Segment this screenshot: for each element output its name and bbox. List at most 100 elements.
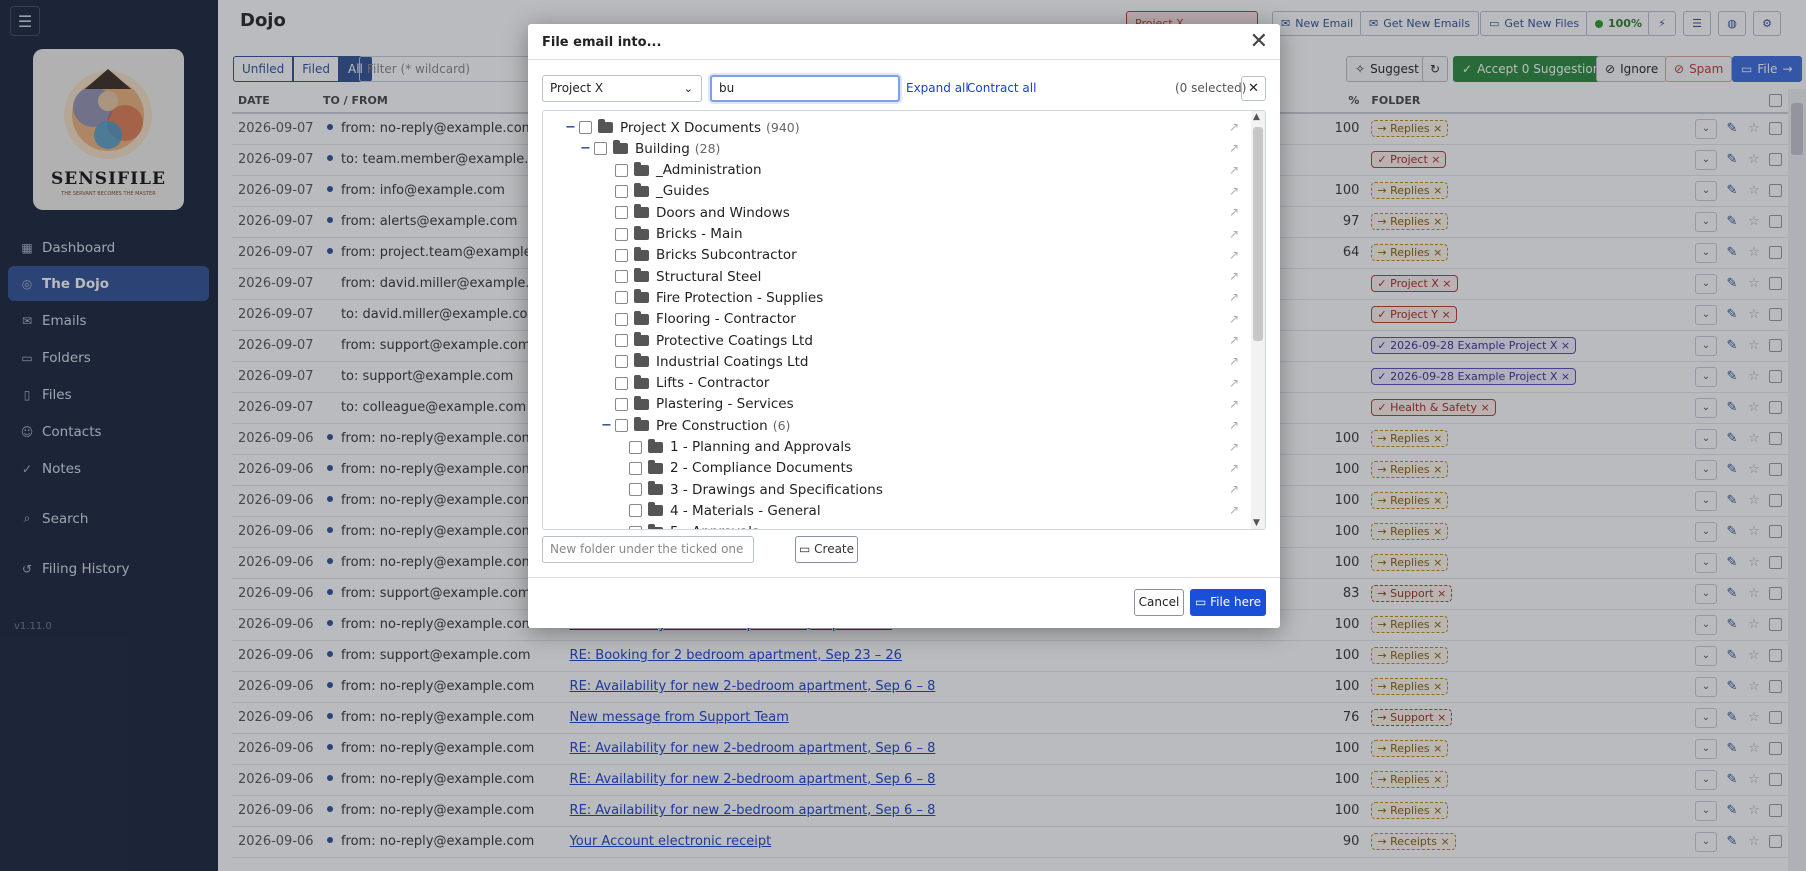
- tree-node-checkbox[interactable]: [629, 483, 642, 497]
- tree-node[interactable]: 4 - Materials - General: [615, 500, 826, 521]
- tree-node[interactable]: 5 - Approvals: [615, 522, 764, 529]
- open-external-icon[interactable]: ↗: [1229, 418, 1239, 432]
- open-external-icon[interactable]: ↗: [1229, 482, 1239, 496]
- tree-node-checkbox[interactable]: [615, 397, 628, 411]
- tree-toggle[interactable]: [615, 525, 629, 529]
- open-external-icon[interactable]: ↗: [1229, 227, 1239, 241]
- tree-node-checkbox[interactable]: [615, 419, 628, 433]
- tree-toggle[interactable]: [615, 503, 629, 518]
- tree-node-checkbox[interactable]: [615, 270, 628, 284]
- clear-selection-icon[interactable]: ✕: [1241, 76, 1266, 101]
- tree-toggle[interactable]: [601, 269, 615, 284]
- tree-node[interactable]: 2 - Compliance Documents: [615, 458, 858, 479]
- tree-node[interactable]: Industrial Coatings Ltd: [601, 351, 813, 372]
- tree-node-checkbox[interactable]: [615, 248, 628, 262]
- tree-toggle[interactable]: −: [601, 418, 615, 433]
- tree-node-checkbox[interactable]: [615, 227, 628, 241]
- tree-toggle[interactable]: −: [580, 141, 594, 156]
- tree-node[interactable]: − Building (28): [580, 138, 720, 159]
- tree-node-checkbox[interactable]: [615, 184, 628, 198]
- tree-node-checkbox[interactable]: [615, 291, 628, 305]
- tree-node-checkbox[interactable]: [615, 312, 628, 326]
- folder-icon: [648, 459, 663, 474]
- tree-node[interactable]: Plastering - Services: [601, 394, 799, 415]
- contract-all-link[interactable]: Contract all: [967, 81, 1036, 95]
- project-dropdown[interactable]: Project X ⌄: [542, 75, 702, 102]
- tree-node-checkbox[interactable]: [615, 355, 628, 369]
- cancel-button[interactable]: Cancel: [1134, 589, 1184, 616]
- open-external-icon[interactable]: ↗: [1229, 397, 1239, 411]
- tree-toggle[interactable]: [601, 333, 615, 348]
- open-external-icon[interactable]: ↗: [1229, 312, 1239, 326]
- open-external-icon[interactable]: ↗: [1229, 205, 1239, 219]
- tree-toggle[interactable]: [601, 354, 615, 369]
- open-external-icon[interactable]: ↗: [1229, 525, 1239, 529]
- create-folder-button[interactable]: ▭ Create: [795, 536, 858, 563]
- tree-toggle[interactable]: [601, 376, 615, 391]
- tree-node[interactable]: Doors and Windows: [601, 202, 795, 223]
- close-icon[interactable]: ✕: [1250, 29, 1268, 54]
- tree-toggle[interactable]: [615, 461, 629, 476]
- tree-toggle[interactable]: [601, 397, 615, 412]
- tree-node-checkbox[interactable]: [629, 525, 642, 529]
- open-external-icon[interactable]: ↗: [1229, 354, 1239, 368]
- tree-node[interactable]: Bricks - Main: [601, 224, 748, 245]
- tree-toggle[interactable]: [601, 290, 615, 305]
- tree-toggle[interactable]: [601, 312, 615, 327]
- open-external-icon[interactable]: ↗: [1229, 269, 1239, 283]
- open-external-icon[interactable]: ↗: [1229, 376, 1239, 390]
- open-external-icon[interactable]: ↗: [1229, 141, 1239, 155]
- open-external-icon[interactable]: ↗: [1229, 290, 1239, 304]
- tree-toggle[interactable]: [601, 205, 615, 220]
- open-external-icon[interactable]: ↗: [1229, 120, 1239, 134]
- open-external-icon[interactable]: ↗: [1229, 333, 1239, 347]
- tree-node[interactable]: 3 - Drawings and Specifications: [615, 479, 888, 500]
- open-external-icon[interactable]: ↗: [1229, 461, 1239, 475]
- tree-node-label: Industrial Coatings Ltd: [656, 353, 809, 370]
- file-here-button[interactable]: ▭ File here: [1190, 589, 1266, 616]
- tree-node-checkbox[interactable]: [579, 121, 592, 134]
- tree-node[interactable]: Protective Coatings Ltd: [601, 330, 818, 351]
- tree-toggle[interactable]: −: [565, 120, 579, 135]
- tree-node-checkbox[interactable]: [629, 440, 642, 454]
- tree-node[interactable]: − Project X Documents (940): [565, 117, 800, 138]
- tree-node[interactable]: Lifts - Contractor: [601, 373, 774, 394]
- tree-node-checkbox[interactable]: [615, 206, 628, 220]
- tree-toggle[interactable]: [601, 163, 615, 178]
- open-external-icon[interactable]: ↗: [1229, 440, 1239, 454]
- folder-icon: [634, 268, 649, 283]
- folder-icon: [648, 438, 663, 453]
- tree-node[interactable]: − Pre Construction (6): [601, 415, 790, 436]
- tree-node[interactable]: Bricks Subcontractor: [601, 245, 802, 266]
- tree-toggle[interactable]: [601, 184, 615, 199]
- folder-search-input[interactable]: bu: [710, 75, 900, 102]
- tree-node[interactable]: _Administration: [601, 160, 767, 181]
- folder-icon: ▭: [1194, 595, 1211, 609]
- tree-toggle[interactable]: [615, 440, 629, 455]
- open-external-icon[interactable]: ↗: [1229, 248, 1239, 262]
- tree-scrollbar[interactable]: ▲ ▼: [1251, 111, 1265, 529]
- tree-node-checkbox[interactable]: [629, 461, 642, 475]
- tree-node[interactable]: _Guides: [601, 181, 714, 202]
- tree-node-label: Project X Documents: [620, 119, 761, 136]
- folder-icon: [634, 182, 649, 197]
- open-external-icon[interactable]: ↗: [1229, 503, 1239, 517]
- tree-toggle[interactable]: [601, 248, 615, 263]
- open-external-icon[interactable]: ↗: [1229, 163, 1239, 177]
- open-external-icon[interactable]: ↗: [1229, 184, 1239, 198]
- tree-toggle[interactable]: [615, 482, 629, 497]
- tree-node[interactable]: Structural Steel: [601, 266, 766, 287]
- new-folder-input[interactable]: New folder under the ticked one: [542, 536, 754, 563]
- tree-node-label: 3 - Drawings and Specifications: [670, 481, 883, 498]
- tree-node-checkbox[interactable]: [594, 142, 607, 156]
- tree-node-checkbox[interactable]: [615, 376, 628, 390]
- tree-node-label: _Guides: [656, 183, 710, 200]
- tree-node[interactable]: Fire Protection - Supplies: [601, 287, 828, 308]
- expand-all-link[interactable]: Expand all: [906, 81, 969, 95]
- tree-node-checkbox[interactable]: [615, 334, 628, 347]
- tree-node-checkbox[interactable]: [629, 504, 642, 518]
- tree-node[interactable]: Flooring - Contractor: [601, 309, 801, 330]
- tree-node-checkbox[interactable]: [615, 163, 628, 177]
- tree-toggle[interactable]: [601, 227, 615, 242]
- tree-node[interactable]: 1 - Planning and Approvals: [615, 437, 856, 458]
